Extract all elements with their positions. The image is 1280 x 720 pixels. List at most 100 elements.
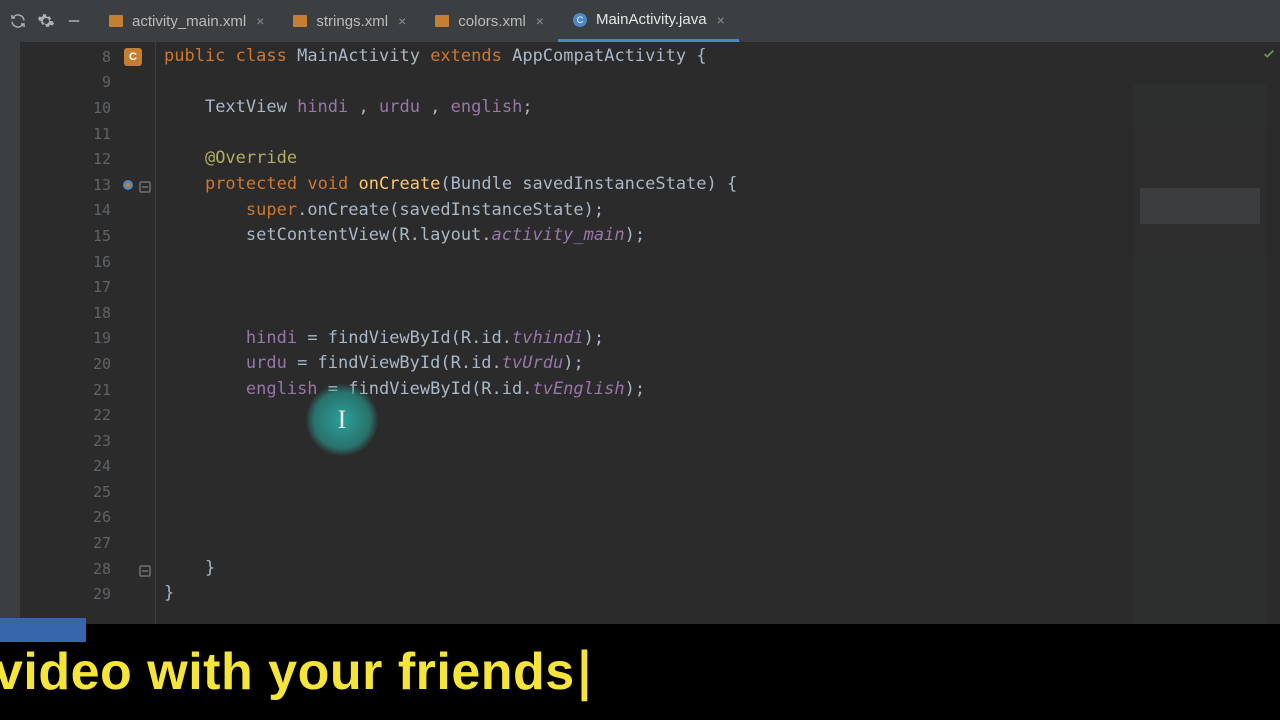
keyword: extends [430, 46, 502, 66]
sync-icon[interactable] [6, 9, 30, 33]
resource: tvhindi [512, 328, 584, 348]
keyword: super [246, 200, 297, 220]
line-number: 22 [83, 406, 111, 424]
resource: activity_main [492, 225, 625, 245]
xml-file-icon [292, 13, 308, 29]
gutter-line[interactable]: 9 [20, 70, 155, 96]
line-number: 8 [83, 48, 111, 66]
line-number: 25 [83, 483, 111, 501]
run-panel-handle[interactable] [0, 618, 86, 642]
close-icon[interactable]: × [717, 12, 725, 28]
line-number: 18 [83, 304, 111, 322]
brace: } [205, 558, 215, 578]
breakpoint-icon[interactable] [120, 177, 136, 193]
editor-minimap[interactable] [1134, 84, 1266, 674]
caption-caret: | [569, 642, 601, 702]
gutter-line[interactable]: 12 [20, 146, 155, 172]
gutter-line[interactable]: 10 [20, 95, 155, 121]
tab-colors-xml[interactable]: colors.xml × [420, 0, 558, 42]
field: hindi [246, 328, 297, 348]
line-number: 24 [83, 457, 111, 475]
keyword: public [164, 46, 225, 66]
line-number: 26 [83, 508, 111, 526]
code-content[interactable]: public class MainActivity extends AppCom… [156, 42, 1280, 720]
field: english [451, 97, 523, 117]
keyword: class [236, 46, 287, 66]
tab-label: colors.xml [458, 13, 526, 30]
keyword: protected [205, 174, 297, 194]
fold-toggle-icon[interactable] [139, 179, 151, 191]
line-number: 14 [83, 201, 111, 219]
class-gutter-icon[interactable]: C [124, 48, 142, 66]
svg-text:C: C [577, 15, 584, 25]
gutter-line[interactable]: 25 [20, 479, 155, 505]
tab-main-activity-java[interactable]: C MainActivity.java × [558, 0, 739, 42]
field: urdu [246, 353, 287, 373]
tab-activity-main-xml[interactable]: activity_main.xml × [94, 0, 278, 42]
close-icon[interactable]: × [256, 13, 264, 29]
line-number: 28 [83, 560, 111, 578]
gutter-line[interactable]: 21 [20, 377, 155, 403]
line-number: 9 [83, 73, 111, 91]
gear-icon[interactable] [34, 9, 58, 33]
gutter-line[interactable]: 24 [20, 454, 155, 480]
checkmark-icon [1262, 46, 1276, 65]
line-number: 29 [83, 585, 111, 603]
line-number: 19 [83, 329, 111, 347]
annotation: @Override [205, 148, 297, 168]
line-number: 10 [83, 99, 111, 117]
gutter-line[interactable]: 20 [20, 351, 155, 377]
video-caption-overlay: video with your friends| [0, 624, 1280, 720]
field: english [246, 379, 318, 399]
gutter-line[interactable]: 14 [20, 198, 155, 224]
minimap-thumb[interactable] [1140, 188, 1260, 224]
line-number: 20 [83, 355, 111, 373]
tab-label: activity_main.xml [132, 13, 246, 30]
java-class-icon: C [572, 12, 588, 28]
toolbar: activity_main.xml × strings.xml × colors… [0, 0, 1280, 42]
line-number: 27 [83, 534, 111, 552]
gutter-line[interactable]: 22 [20, 402, 155, 428]
gutter-line[interactable]: 27 [20, 530, 155, 556]
base-class: AppCompatActivity [512, 46, 686, 66]
gutter-line[interactable]: 28 [20, 556, 155, 582]
resource: tvEnglish [532, 379, 624, 399]
gutter-line[interactable]: 8C [20, 44, 155, 70]
gutter-line[interactable]: 19 [20, 326, 155, 352]
line-number: 21 [83, 381, 111, 399]
resource: tvUrdu [502, 353, 563, 373]
fold-toggle-icon[interactable] [139, 563, 151, 575]
gutter-line[interactable]: 16 [20, 249, 155, 275]
line-number: 16 [83, 253, 111, 271]
line-number: 11 [83, 125, 111, 143]
gutter-line[interactable]: 15 [20, 223, 155, 249]
tab-label: strings.xml [316, 13, 388, 30]
line-number: 17 [83, 278, 111, 296]
brace: } [164, 583, 174, 603]
line-number: 23 [83, 432, 111, 450]
line-number: 13 [83, 176, 111, 194]
line-number: 15 [83, 227, 111, 245]
method-name: onCreate [359, 174, 441, 194]
type: TextView [205, 97, 297, 117]
gutter-line[interactable]: 11 [20, 121, 155, 147]
gutter-line[interactable]: 26 [20, 505, 155, 531]
close-icon[interactable]: × [398, 13, 406, 29]
analysis-strip[interactable] [1266, 42, 1280, 720]
tab-strings-xml[interactable]: strings.xml × [278, 0, 420, 42]
close-icon[interactable]: × [536, 13, 544, 29]
gutter-line[interactable]: 13 [20, 172, 155, 198]
code-editor[interactable]: 8C91011121314151617181920212223242526272… [20, 42, 1280, 720]
field: hindi [297, 97, 348, 117]
gutter-line[interactable]: 23 [20, 428, 155, 454]
xml-file-icon [434, 13, 450, 29]
gutter-line[interactable]: 18 [20, 300, 155, 326]
line-number: 12 [83, 150, 111, 168]
gutter-line[interactable]: 17 [20, 274, 155, 300]
minimize-icon[interactable] [62, 9, 86, 33]
class-name: MainActivity [297, 46, 420, 66]
gutter-line[interactable]: 29 [20, 581, 155, 607]
editor-area: 8C91011121314151617181920212223242526272… [0, 42, 1280, 720]
caption-text: video with your friends [0, 642, 575, 702]
editor-tabs: activity_main.xml × strings.xml × colors… [94, 0, 739, 42]
